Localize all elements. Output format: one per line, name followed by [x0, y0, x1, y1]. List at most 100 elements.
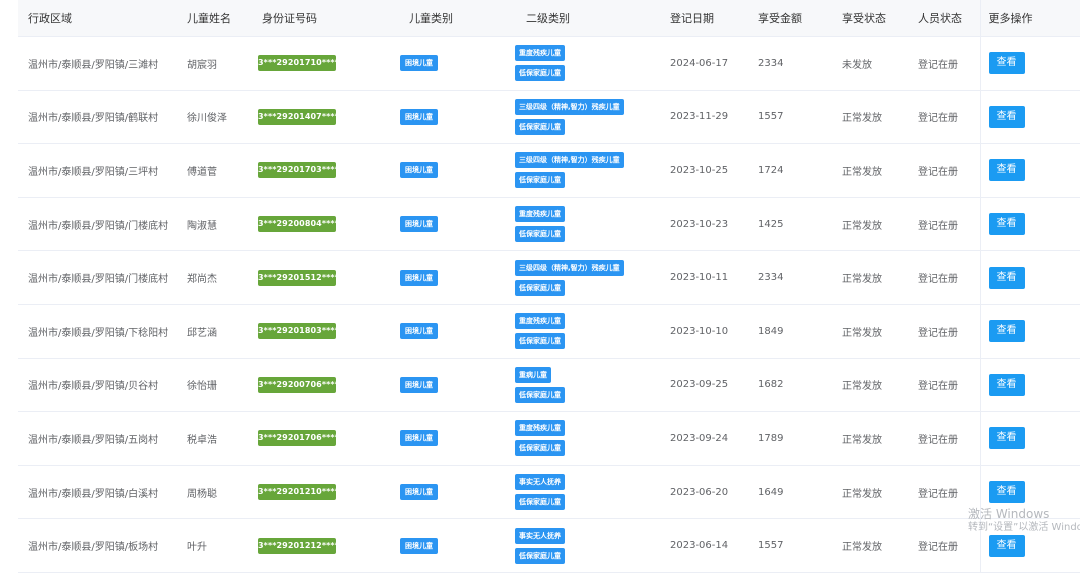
- cell-region: 温州市/泰顺县/罗阳镇/五岗村: [18, 411, 183, 466]
- cell-date: 2023-10-25: [662, 143, 754, 198]
- subcategory-tag: 低保家庭儿童: [515, 440, 565, 457]
- cell-benefit-status: 正常发放: [837, 465, 908, 520]
- id-number-tag: 3***29200706*****8: [258, 376, 349, 393]
- cell-id: 3***29200706*****8: [258, 358, 398, 413]
- cell-name: 徐怡珊: [183, 358, 258, 413]
- subcategory-tags: 事实无人抚养 低保家庭儿童: [515, 527, 662, 564]
- subcategory-tag: 低保家庭儿童: [515, 494, 565, 511]
- cell-person-status: 登记在册: [908, 304, 980, 359]
- view-button[interactable]: 查看: [988, 213, 1025, 236]
- cell-subcategory: 重度残疾儿童 低保家庭儿童: [515, 36, 662, 91]
- cell-id: 3***29201210*****6: [258, 465, 398, 520]
- cell-id: 3***29201407*****X: [258, 90, 398, 145]
- header-id: 身份证号码: [258, 0, 398, 37]
- cell-subcategory: 事实无人抚养 低保家庭儿童: [515, 465, 662, 520]
- cell-actions: 查看: [979, 143, 1080, 198]
- cell-benefit-status: 正常发放: [837, 358, 908, 413]
- cell-id: 3***29200804*****3: [258, 197, 398, 252]
- cell-amount: 1849: [754, 304, 837, 359]
- cell-person-status: 登记在册: [908, 465, 980, 520]
- cell-person-status: 登记在册: [908, 358, 980, 413]
- header-region: 行政区域: [18, 0, 183, 37]
- subcategory-tag: 事实无人抚养: [515, 474, 565, 491]
- id-number-tag: 3***29200804*****3: [258, 216, 349, 233]
- subcategory-tag: 低保家庭儿童: [515, 172, 565, 189]
- view-button[interactable]: 查看: [988, 266, 1025, 289]
- category-tag: 困境儿童: [400, 216, 438, 233]
- cell-subcategory: 三级四级（精神,智力）残疾儿童 低保家庭儿童: [515, 90, 662, 145]
- cell-subcategory: 重病儿童 低保家庭儿童: [515, 358, 662, 413]
- id-number-tag: 3***29201703*****2: [258, 162, 349, 179]
- cell-region: 温州市/泰顺县/罗阳镇/板场村: [18, 518, 183, 573]
- view-button[interactable]: 查看: [988, 481, 1025, 504]
- cell-amount: 2334: [754, 250, 837, 305]
- cell-date: 2024-06-17: [662, 36, 754, 91]
- cell-name: 郑尚杰: [183, 250, 258, 305]
- cell-category: 困境儿童: [398, 518, 515, 573]
- subcategory-tag: 重病儿童: [515, 366, 551, 383]
- cell-benefit-status: 正常发放: [837, 90, 908, 145]
- cell-region: 温州市/泰顺县/罗阳镇/鹤联村: [18, 90, 183, 145]
- subcategory-tag: 事实无人抚养: [515, 527, 565, 544]
- cell-amount: 1724: [754, 143, 837, 198]
- cell-date: 2023-11-29: [662, 90, 754, 145]
- subcategory-tag: 低保家庭儿童: [515, 279, 565, 296]
- subcategory-tag: 三级四级（精神,智力）残疾儿童: [515, 152, 624, 169]
- view-button[interactable]: 查看: [988, 534, 1025, 557]
- cell-id: 3***29201706*****7: [258, 411, 398, 466]
- cell-subcategory: 重度残疾儿童 低保家庭儿童: [515, 304, 662, 359]
- cell-subcategory: 重度残疾儿童 低保家庭儿童: [515, 197, 662, 252]
- cell-name: 徐川俊泽: [183, 90, 258, 145]
- category-tag: 困境儿童: [400, 484, 438, 501]
- table-row: 温州市/泰顺县/罗阳镇/三坪村 傅道菅 3***29201703*****2 困境儿童…: [18, 143, 1080, 198]
- cell-category: 困境儿童: [398, 143, 515, 198]
- subcategory-tags: 三级四级（精神,智力）残疾儿童 低保家庭儿童: [515, 98, 662, 135]
- view-button[interactable]: 查看: [988, 159, 1025, 182]
- subcategory-tags: 事实无人抚养 低保家庭儿童: [515, 474, 662, 511]
- cell-category: 困境儿童: [398, 411, 515, 466]
- cell-name: 周杨聪: [183, 465, 258, 520]
- subcategory-tag: 重度残疾儿童: [515, 45, 565, 62]
- view-button[interactable]: 查看: [988, 52, 1025, 75]
- category-tag: 困境儿童: [400, 269, 438, 286]
- cell-region: 温州市/泰顺县/罗阳镇/门楼底村: [18, 250, 183, 305]
- view-button[interactable]: 查看: [988, 427, 1025, 450]
- cell-person-status: 登记在册: [908, 518, 980, 573]
- subcategory-tags: 重病儿童 低保家庭儿童: [515, 366, 662, 403]
- header-subcategory: 二级类别: [515, 0, 662, 37]
- id-number-tag: 3***29201710*****4: [258, 55, 349, 72]
- id-number-tag: 3***29201210*****6: [258, 484, 349, 501]
- cell-amount: 1425: [754, 197, 837, 252]
- cell-date: 2023-10-11: [662, 250, 754, 305]
- id-number-tag: 3***29201803*****4: [258, 323, 349, 340]
- subcategory-tag: 重度残疾儿童: [515, 206, 565, 223]
- cell-date: 2023-10-23: [662, 197, 754, 252]
- header-person-status: 人员状态: [908, 0, 980, 37]
- table-row: 温州市/泰顺县/罗阳镇/三滩村 胡宸羽 3***29201710*****4 困境儿童…: [18, 36, 1080, 91]
- cell-amount: 1557: [754, 90, 837, 145]
- cell-id: 3***29201703*****2: [258, 143, 398, 198]
- cell-date: 2023-06-14: [662, 518, 754, 573]
- cell-person-status: 登记在册: [908, 411, 980, 466]
- view-button[interactable]: 查看: [988, 320, 1025, 343]
- subcategory-tag: 低保家庭儿童: [515, 547, 565, 564]
- cell-amount: 1649: [754, 465, 837, 520]
- header-actions: 更多操作: [979, 0, 1080, 37]
- view-button[interactable]: 查看: [988, 373, 1025, 396]
- table-row: 温州市/泰顺县/罗阳镇/板场村 叶升 3***29201212*****4 困境儿童 事…: [18, 518, 1080, 573]
- subcategory-tag: 低保家庭儿童: [515, 65, 565, 82]
- cell-category: 困境儿童: [398, 197, 515, 252]
- cell-name: 胡宸羽: [183, 36, 258, 91]
- view-button[interactable]: 查看: [988, 105, 1025, 128]
- cell-date: 2023-09-25: [662, 358, 754, 413]
- cell-benefit-status: 正常发放: [837, 143, 908, 198]
- category-tag: 困境儿童: [400, 108, 438, 125]
- table-row: 温州市/泰顺县/罗阳镇/门楼底村 郑尚杰 3***29201512*****2 困境儿…: [18, 250, 1080, 305]
- header-amount: 享受金额: [754, 0, 837, 37]
- id-number-tag: 3***29201407*****X: [258, 108, 349, 125]
- cell-date: 2023-06-20: [662, 465, 754, 520]
- category-tag: 困境儿童: [400, 537, 438, 554]
- children-table: 行政区域 儿童姓名 身份证号码 儿童类别 二级类别 登记日期 享受金额 享受状态…: [18, 0, 1080, 573]
- subcategory-tag: 重度残疾儿童: [515, 420, 565, 437]
- cell-benefit-status: 正常发放: [837, 518, 908, 573]
